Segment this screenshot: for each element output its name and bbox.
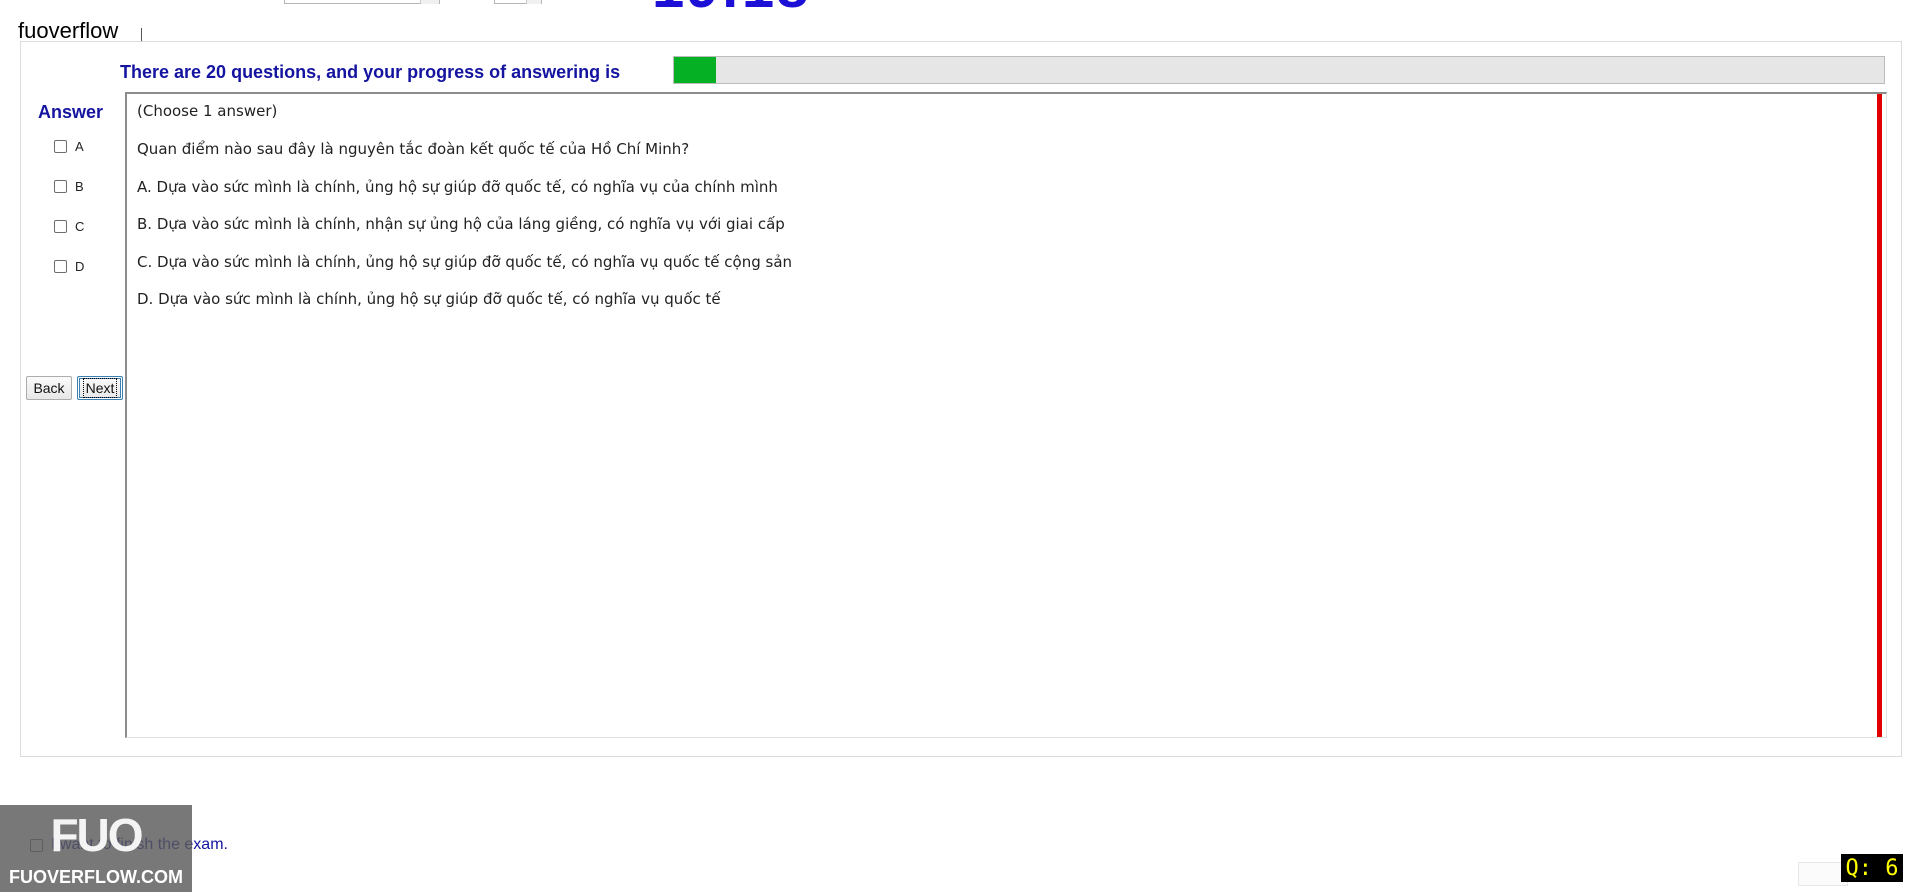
question-instruction: (Choose 1 answer): [137, 102, 278, 120]
question-number-badge: Q: 6: [1841, 854, 1903, 882]
answer-option-c[interactable]: C: [54, 219, 84, 234]
answer-option-label: A: [75, 139, 84, 154]
top-dropdown-2[interactable]: [494, 0, 542, 4]
question-choice-a: A. Dựa vào sức mình là chính, ủng hộ sự …: [137, 178, 778, 196]
exam-window: 19:18 fuoverflow There are 20 questions,…: [0, 0, 1920, 892]
question-choice-d: D. Dựa vào sức mình là chính, ủng hộ sự …: [137, 290, 721, 308]
dropdown-arrow-icon[interactable]: [420, 0, 439, 4]
back-button[interactable]: Back: [26, 376, 72, 400]
answer-checkbox-c[interactable]: [54, 220, 67, 233]
progress-label: There are 20 questions, and your progres…: [120, 62, 621, 82]
next-button[interactable]: Next: [77, 376, 123, 400]
answer-option-a[interactable]: A: [54, 139, 84, 154]
countdown-timer: 19:18: [652, 0, 810, 18]
answer-checkbox-d[interactable]: [54, 260, 67, 273]
answer-checkbox-b[interactable]: [54, 180, 67, 193]
scroll-indicator[interactable]: [1877, 94, 1882, 737]
question-choice-c: C. Dựa vào sức mình là chính, ủng hộ sự …: [137, 253, 793, 271]
top-dropdown-1[interactable]: [284, 0, 440, 4]
question-box: (Choose 1 answer) Quan điểm nào sau đây …: [125, 92, 1887, 738]
answer-heading: Answer: [38, 102, 104, 122]
answer-option-b[interactable]: B: [54, 179, 84, 194]
fuoverflow-logo: FUO FUOVERFLOW.COM: [0, 805, 192, 892]
answer-option-label: B: [75, 179, 84, 194]
logo-mark: FUO: [50, 809, 143, 861]
answer-option-label: D: [75, 259, 85, 274]
answer-option-label: C: [75, 219, 85, 234]
answer-option-d[interactable]: D: [54, 259, 84, 274]
progress-bar-fill: [674, 57, 717, 83]
progress-bar: [673, 56, 1885, 84]
next-button-label: Next: [82, 378, 118, 398]
logo-text: FUOVERFLOW.COM: [9, 867, 183, 887]
question-choice-b: B. Dựa vào sức mình là chính, nhận sự ủn…: [137, 215, 785, 233]
dropdown-arrow-icon[interactable]: [526, 0, 541, 4]
answer-checkbox-a[interactable]: [54, 140, 67, 153]
question-text: Quan điểm nào sau đây là nguyên tắc đoàn…: [137, 140, 690, 158]
